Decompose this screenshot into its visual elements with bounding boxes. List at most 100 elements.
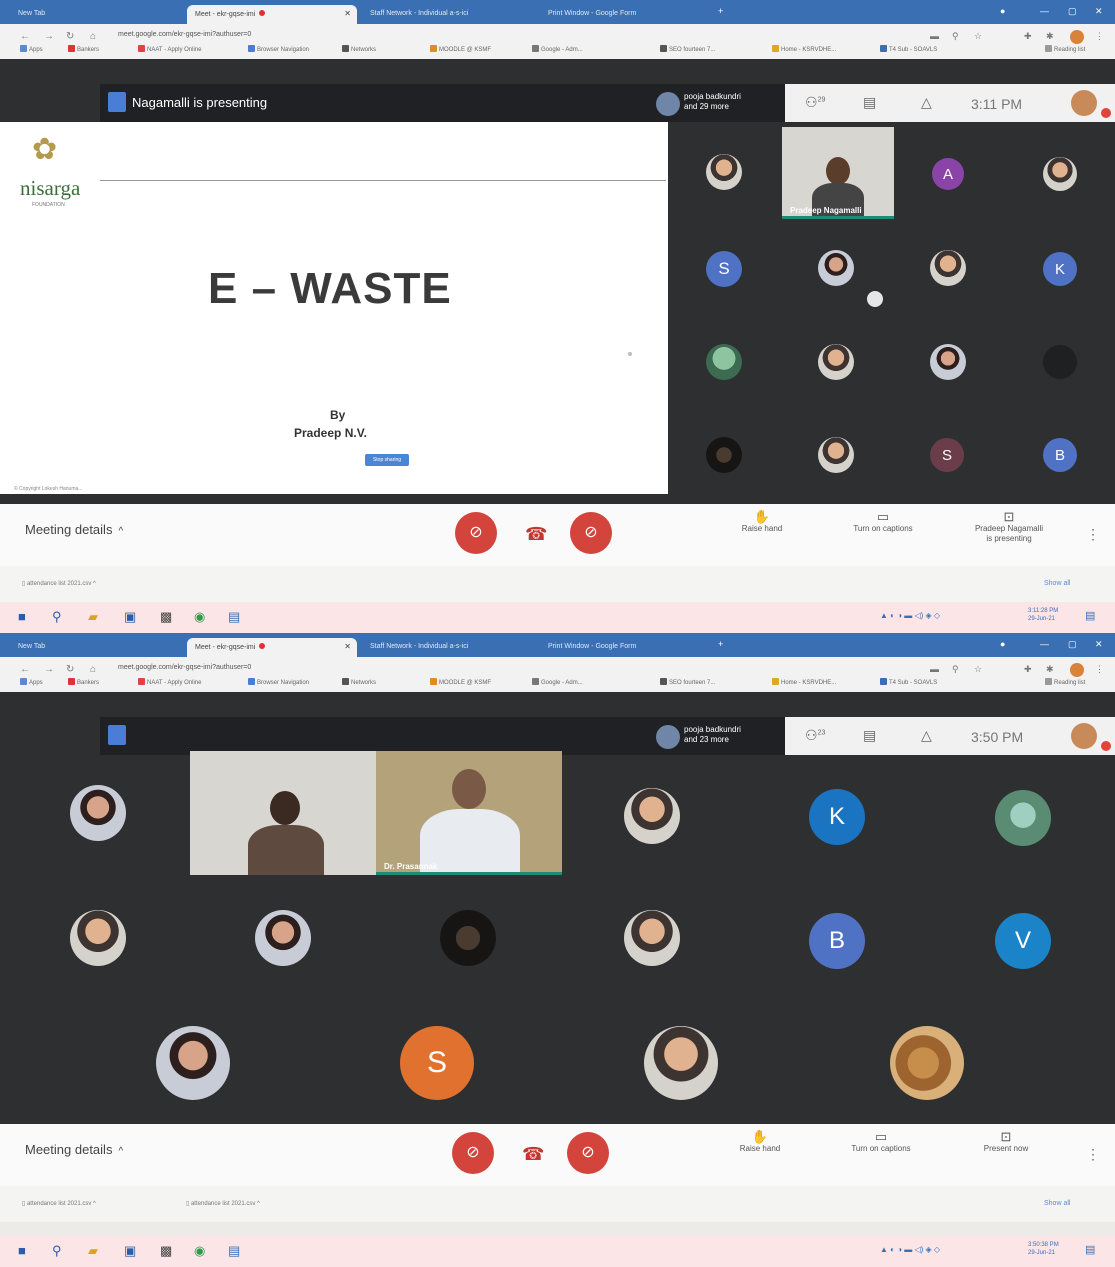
people-icon[interactable]: ⚇23 — [805, 727, 825, 744]
participant-avatar[interactable] — [706, 154, 742, 190]
participant-video[interactable] — [190, 751, 376, 875]
windows-start-icon[interactable]: ■ — [18, 609, 26, 624]
minimize-icon[interactable]: — — [1040, 6, 1049, 16]
bookmark-google-adm[interactable]: Google - Adm... — [532, 678, 583, 686]
participant-avatar[interactable] — [624, 788, 680, 844]
star-icon[interactable]: ☆ — [974, 31, 982, 42]
bookmark-seo[interactable]: SEO fourteen 7... — [660, 45, 715, 53]
participant-avatar[interactable]: V — [995, 913, 1051, 969]
participant-avatar[interactable] — [156, 1026, 230, 1100]
meet-app-icon[interactable]: ▤ — [228, 609, 240, 625]
raise-hand-button[interactable]: ✋ Raise hand — [728, 1130, 792, 1154]
bookmark-t4[interactable]: T4 Sub - SOAVLS — [880, 45, 937, 53]
tab-staff-network[interactable]: Staff Network - Individual a-s-ici — [362, 5, 537, 24]
participant-avatar[interactable] — [1043, 345, 1077, 379]
participant-avatar[interactable] — [255, 910, 311, 966]
forward-icon[interactable]: → — [44, 31, 54, 42]
notifications-icon[interactable]: ▤ — [1085, 1243, 1095, 1256]
tab-meet[interactable]: Meet - ekr-gqse-imi ✕ — [187, 638, 357, 657]
bookmark-moodle[interactable]: MOODLE @ KSMF — [430, 678, 491, 686]
bookmark-networks[interactable]: Networks — [342, 45, 376, 53]
download-item[interactable]: ▯ attendance list 2021.csv ^ — [22, 580, 96, 587]
present-now-button[interactable]: ⊡ Present now — [966, 1130, 1046, 1154]
folder-icon[interactable]: ▰ — [88, 1243, 98, 1259]
participant-avatar[interactable] — [930, 250, 966, 286]
chrome-icon[interactable]: ◉ — [194, 1243, 205, 1259]
bookmark-naat[interactable]: NAAT - Apply Online — [138, 45, 201, 53]
participant-avatar[interactable] — [644, 1026, 718, 1100]
meeting-details-button[interactable]: Meeting details ^ — [25, 1142, 123, 1157]
activities-icon[interactable]: △ — [921, 727, 932, 744]
tab-new-tab[interactable]: New Tab — [10, 638, 185, 657]
download-item[interactable]: ▯ attendance list 2021.csv ^ — [186, 1200, 260, 1207]
bookmark-bankers[interactable]: Bankers — [68, 45, 99, 53]
url-field[interactable]: meet.google.com/ekr-gqse-imi?authuser=0 — [118, 664, 251, 671]
bookmark-bankers[interactable]: Bankers — [68, 678, 99, 686]
stop-sharing-button[interactable]: Stop sharing — [365, 454, 409, 466]
minimize-icon[interactable]: — — [1040, 639, 1049, 649]
bookmark-apps[interactable]: Apps — [20, 678, 43, 686]
participant-avatar[interactable]: S — [706, 251, 742, 287]
captions-button[interactable]: ▭ Turn on captions — [836, 1130, 926, 1154]
back-icon[interactable]: ← — [20, 31, 30, 42]
maximize-icon[interactable]: ▢ — [1068, 639, 1077, 650]
tab-print-window[interactable]: Print Window - Google Form — [540, 5, 710, 24]
search-icon[interactable]: ⚲ — [52, 609, 62, 625]
participant-avatar[interactable]: K — [1043, 252, 1077, 286]
participant-avatar[interactable] — [890, 1026, 964, 1100]
close-icon[interactable]: ✕ — [344, 642, 351, 651]
new-tab-icon[interactable]: + — [718, 6, 723, 16]
show-all-link[interactable]: Show all — [1044, 1200, 1070, 1207]
captions-button[interactable]: ▭ Turn on captions — [838, 510, 928, 534]
folder-icon[interactable]: ▰ — [88, 609, 98, 625]
presenting-button[interactable]: ⊡ Pradeep Nagamalli is presenting — [956, 510, 1062, 544]
participant-avatar[interactable] — [818, 250, 854, 286]
participant-avatar[interactable] — [818, 437, 854, 473]
star-icon[interactable]: ☆ — [974, 664, 982, 675]
windows-start-icon[interactable]: ■ — [18, 1243, 26, 1258]
camera-off-button[interactable]: ⊘ — [570, 512, 612, 554]
puzzle-icon[interactable]: ✱ — [1046, 664, 1054, 675]
meet-app-icon[interactable]: ▤ — [228, 1243, 240, 1259]
avatar[interactable] — [1071, 723, 1097, 749]
participant-avatar[interactable] — [706, 437, 742, 473]
bookmark-naat[interactable]: NAAT - Apply Online — [138, 678, 201, 686]
avatar[interactable] — [1071, 90, 1097, 116]
chat-icon[interactable]: ▤ — [863, 94, 876, 111]
extension-icon[interactable]: ✚ — [1024, 31, 1032, 42]
participant-video[interactable]: Pradeep Nagamalli — [782, 127, 894, 219]
participant-avatar[interactable]: A — [932, 158, 964, 190]
maximize-icon[interactable]: ▢ — [1068, 6, 1077, 17]
camera-icon[interactable]: ▬ — [930, 31, 939, 41]
bookmark-home[interactable]: Home - KSRVDHE... — [772, 678, 836, 686]
participant-avatar[interactable] — [995, 790, 1051, 846]
tab-staff-network[interactable]: Staff Network - Individual a-s-ici — [362, 638, 537, 657]
search-icon[interactable]: ⚲ — [952, 31, 959, 42]
participant-avatar[interactable] — [706, 344, 742, 380]
participant-avatar[interactable]: S — [400, 1026, 474, 1100]
show-all-link[interactable]: Show all — [1044, 580, 1070, 587]
forward-icon[interactable]: → — [44, 664, 54, 675]
camera-icon[interactable]: ▬ — [930, 664, 939, 674]
activities-icon[interactable]: △ — [921, 94, 932, 111]
system-tray-icons[interactable]: ▲ ◐ ◑ ▬ ◁) ◈ ◇ — [880, 611, 940, 620]
mail-icon[interactable]: ▣ — [124, 1243, 136, 1259]
extension-icon[interactable]: ✚ — [1024, 664, 1032, 675]
meeting-details-button[interactable]: Meeting details ^ — [25, 522, 123, 537]
close-window-icon[interactable]: ✕ — [1095, 639, 1103, 650]
participant-avatar[interactable]: S — [930, 438, 964, 472]
search-icon[interactable]: ⚲ — [52, 1243, 62, 1259]
back-icon[interactable]: ← — [20, 664, 30, 675]
pin-icon[interactable] — [865, 289, 885, 309]
search-icon[interactable]: ⚲ — [952, 664, 959, 675]
download-item[interactable]: ▯ attendance list 2021.csv ^ — [22, 1200, 96, 1207]
raise-hand-button[interactable]: ✋ Raise hand — [730, 510, 794, 534]
bookmark-apps[interactable]: Apps — [20, 45, 43, 53]
profile-dot-icon[interactable]: ● — [1000, 639, 1005, 649]
app-icon[interactable]: ▩ — [160, 609, 172, 625]
bookmark-moodle[interactable]: MOODLE @ KSMF — [430, 45, 491, 53]
participant-avatar[interactable] — [930, 344, 966, 380]
mic-off-button[interactable]: ⊘ — [455, 512, 497, 554]
camera-off-button[interactable]: ⊘ — [567, 1132, 609, 1174]
participant-avatar[interactable]: B — [1043, 438, 1077, 472]
